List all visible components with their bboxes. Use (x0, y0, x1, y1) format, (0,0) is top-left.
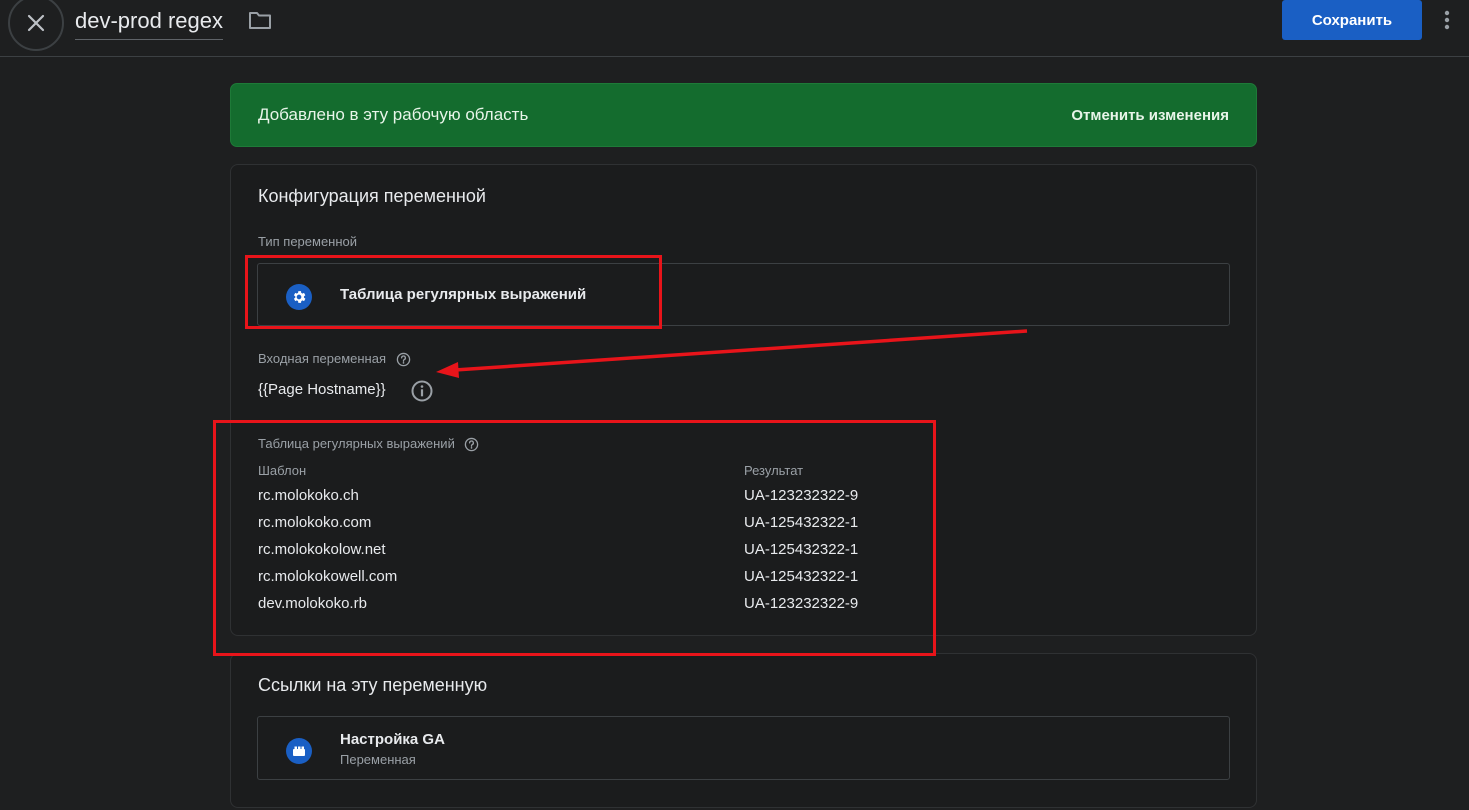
annotation-arrow (436, 329, 1028, 378)
page: dev-prod regex Сохранить Добавлено в эту… (0, 0, 1469, 810)
